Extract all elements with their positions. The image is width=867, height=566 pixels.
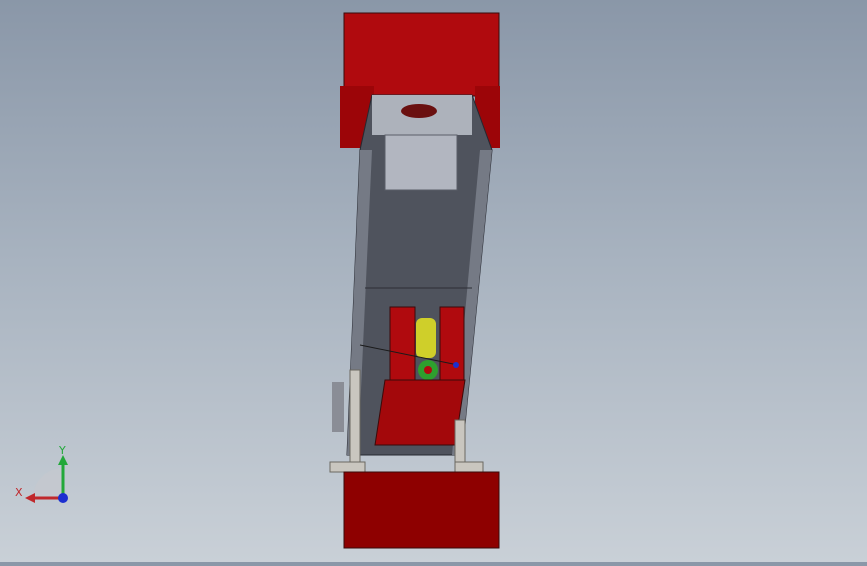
clamp-body[interactable] (374, 379, 466, 446)
clamp-right-jaw[interactable] (439, 306, 465, 388)
clamp-left-jaw[interactable] (389, 306, 416, 388)
right-foot (454, 461, 484, 473)
assembly-model[interactable] (0, 0, 867, 562)
y-axis-label: Y (58, 444, 66, 457)
x-axis-label: X (15, 486, 23, 499)
mounting-hole (401, 104, 437, 118)
origin-point (453, 362, 459, 368)
upper-bracket (384, 134, 458, 191)
x-axis-arrowhead-icon (25, 493, 35, 503)
coordinate-triad: X Y (10, 440, 80, 510)
left-foot (329, 461, 366, 473)
left-wheel (332, 382, 344, 432)
green-pin-core (424, 366, 432, 374)
z-axis-dot-icon (58, 493, 68, 503)
left-leg (349, 369, 361, 466)
graphics-viewport[interactable] (0, 0, 867, 562)
yellow-cylinder (416, 318, 436, 358)
triad-quadrant-icon (33, 468, 63, 498)
top-red-block[interactable] (343, 12, 500, 97)
bottom-red-block[interactable] (343, 471, 500, 549)
right-leg (454, 419, 466, 466)
